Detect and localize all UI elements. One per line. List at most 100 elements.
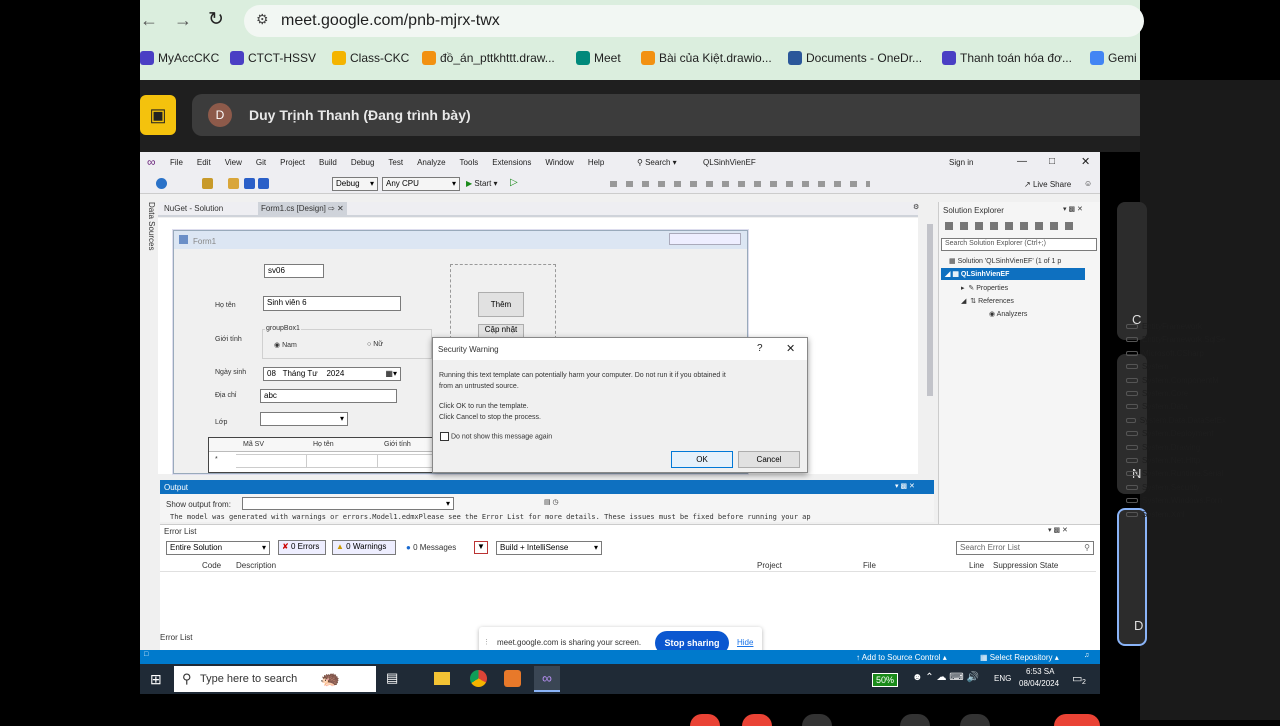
bookmark-item[interactable]: đồ_án_pttkhttt.draw... xyxy=(422,51,555,65)
control-button[interactable] xyxy=(960,714,990,726)
dialog-close-icon[interactable]: ✕ xyxy=(786,342,795,355)
build-filter-select[interactable]: Build + IntelliSense ▾ xyxy=(496,541,602,555)
calendar-icon[interactable]: ▦▾ xyxy=(385,369,397,378)
menu-item-build[interactable]: Build xyxy=(319,158,337,167)
sign-in-link[interactable]: Sign in xyxy=(949,158,973,167)
reference-item[interactable]: System.Net.Http xyxy=(1126,456,1200,465)
reference-item[interactable]: System.Windows.Forn xyxy=(1126,496,1222,505)
configuration-select[interactable]: Debug ▾ xyxy=(332,177,378,191)
participant-tile[interactable]: C xyxy=(1117,202,1147,340)
checkbox-box[interactable] xyxy=(440,432,449,441)
reference-item[interactable]: System.Core xyxy=(1126,389,1188,398)
student-id-field[interactable]: sv06 xyxy=(264,264,324,278)
leave-call-button[interactable] xyxy=(1054,714,1100,726)
address-bar[interactable]: ⚙ meet.google.com/pnb-mjrx-twx xyxy=(244,5,1144,37)
menu-item-help[interactable]: Help xyxy=(588,158,604,167)
file-explorer-icon[interactable] xyxy=(434,672,450,685)
tab-form-design[interactable]: Form1.cs [Design] ⇨ ✕ xyxy=(258,202,347,216)
student-grid[interactable]: Mã SV Họ tên Giới tính * xyxy=(208,437,438,473)
reference-item[interactable]: System.Drawing xyxy=(1126,443,1200,452)
data-sources-tab[interactable]: Data Sources xyxy=(140,200,156,252)
col-project[interactable]: Project xyxy=(757,561,782,570)
reference-item[interactable]: System.Security xyxy=(1126,483,1200,492)
reference-item[interactable]: System.Deployment xyxy=(1126,429,1214,438)
reference-item[interactable]: Microsoft.CSharp xyxy=(1126,349,1204,358)
camera-button[interactable] xyxy=(742,714,772,726)
reload-icon[interactable]: ↻ xyxy=(208,8,224,31)
class-select[interactable]: ▾ xyxy=(260,412,348,426)
menu-item-test[interactable]: Test xyxy=(388,158,403,167)
platform-select[interactable]: Any CPU ▾ xyxy=(382,177,460,191)
menu-item-tools[interactable]: Tools xyxy=(460,158,479,167)
chrome-icon[interactable] xyxy=(470,670,487,687)
analyzers-node[interactable]: ◉ Analyzers xyxy=(989,310,1027,318)
feedback-icon[interactable]: ☺ xyxy=(1084,179,1092,188)
reference-item[interactable]: System.ComponentM xyxy=(1126,376,1219,385)
language-indicator[interactable]: ENG xyxy=(994,674,1011,683)
add-button[interactable]: Thêm xyxy=(478,292,524,317)
nav-back-icon[interactable] xyxy=(156,178,167,189)
grid-col-gender[interactable]: Giới tính xyxy=(384,441,411,448)
reference-item[interactable]: EntityFramework.SqlSe xyxy=(1126,335,1226,344)
menu-item-edit[interactable]: Edit xyxy=(197,158,211,167)
taskbar-search[interactable]: ⚲ Type here to search 🦔 xyxy=(174,666,376,692)
output-source-select[interactable]: ▾ xyxy=(242,497,454,510)
minimize-icon[interactable]: — xyxy=(1017,156,1027,167)
hide-link[interactable]: Hide xyxy=(737,638,753,647)
cancel-button[interactable]: Cancel xyxy=(738,451,800,468)
grid-col-name[interactable]: Họ tên xyxy=(313,441,334,448)
address-field[interactable]: abc xyxy=(260,389,397,403)
grid-new-row[interactable] xyxy=(236,454,436,468)
output-pane-controls[interactable]: ▾ ▩ ✕ xyxy=(895,482,915,490)
error-search[interactable]: Search Error List ⚲ xyxy=(956,541,1094,555)
notification-center-icon[interactable]: ▭ xyxy=(1072,672,1082,685)
tray-icons[interactable]: ☻ ⌃ ☁ ⌨ 🔊 xyxy=(912,672,979,683)
col-code[interactable]: Code xyxy=(202,561,221,570)
menu-item-file[interactable]: File xyxy=(170,158,183,167)
visual-studio-icon[interactable]: ∞ xyxy=(534,666,560,692)
close-icon[interactable]: ✕ xyxy=(1081,155,1090,168)
save-icon[interactable] xyxy=(244,178,255,189)
menu-item-git[interactable]: Git xyxy=(256,158,266,167)
bookmark-item[interactable]: Meet xyxy=(576,51,621,65)
tab-settings-icon[interactable]: ⚙ xyxy=(913,203,919,211)
save-all-icon[interactable] xyxy=(258,178,269,189)
bookmark-item[interactable]: Documents - OneDr... xyxy=(788,51,922,65)
clock-date[interactable]: 08/04/2024 xyxy=(1019,679,1059,688)
name-field[interactable]: Sinh viên 6 xyxy=(263,296,401,311)
messages-filter[interactable]: ● 0 Messages xyxy=(406,543,456,552)
project-node[interactable]: ◢ ▦ QLSinhVienEF xyxy=(941,268,1085,280)
menu-item-analyze[interactable]: Analyze xyxy=(417,158,445,167)
menu-item-view[interactable]: View xyxy=(225,158,242,167)
dont-show-checkbox[interactable]: Do not show this message again xyxy=(440,432,552,441)
reference-item[interactable]: EntityFramework xyxy=(1126,322,1202,331)
radio-female[interactable]: ○ Nữ xyxy=(367,341,383,348)
add-source-control[interactable]: ↑ Add to Source Control ▴ xyxy=(856,653,947,662)
designer-scrollbar[interactable] xyxy=(926,218,934,474)
dob-picker[interactable]: 08 Tháng Tư 2024 ▦▾ xyxy=(263,367,401,381)
references-node[interactable]: ◢ ⇅ References xyxy=(961,297,1014,305)
bookmark-item[interactable]: Gemi xyxy=(1090,51,1137,65)
bookmark-item[interactable]: MyAccCKC xyxy=(140,51,219,65)
clock-time[interactable]: 6:53 SA xyxy=(1026,667,1054,676)
notifications-icon[interactable]: ♫ xyxy=(1084,652,1089,659)
filter-icon[interactable]: ▼ xyxy=(474,541,488,554)
col-description[interactable]: Description xyxy=(236,561,276,570)
forward-icon[interactable]: → xyxy=(174,10,192,31)
search-box[interactable]: ⚲ Search ▾ xyxy=(637,158,677,167)
error-scope-select[interactable]: Entire Solution ▾ xyxy=(166,541,270,555)
reference-item[interactable]: System.Xml xyxy=(1126,510,1185,519)
col-line[interactable]: Line xyxy=(969,561,984,570)
dialog-help-button[interactable]: ? xyxy=(757,343,763,354)
control-button[interactable] xyxy=(900,714,930,726)
bookmark-item[interactable]: Bài của Kiệt.drawio... xyxy=(641,51,772,65)
clear-output-icon[interactable]: ▤ ◷ xyxy=(544,498,559,506)
solution-node[interactable]: ▦ Solution 'QLSinhVienEF' (1 of 1 p xyxy=(949,257,1061,265)
bookmark-item[interactable]: CTCT-HSSV xyxy=(230,51,316,65)
control-button[interactable] xyxy=(802,714,832,726)
start-button[interactable]: ▶ Start ▾ xyxy=(466,179,498,188)
maximize-icon[interactable]: □ xyxy=(1049,156,1055,167)
reference-item[interactable]: System.Data xyxy=(1126,402,1188,411)
select-repository[interactable]: ▦ Select Repository ▴ xyxy=(980,653,1059,662)
no-camera-button[interactable]: ▣ xyxy=(140,95,176,135)
